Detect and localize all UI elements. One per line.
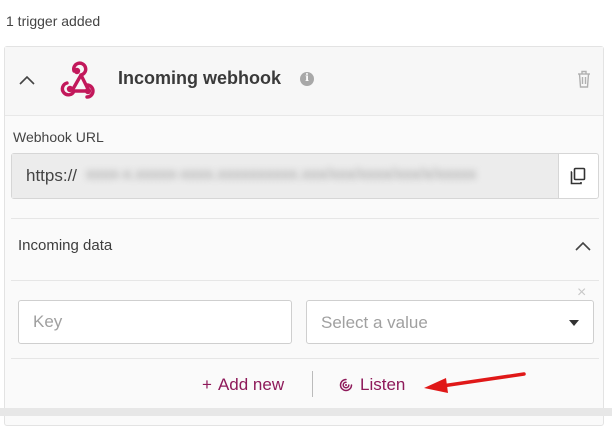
plus-icon: + <box>202 375 212 394</box>
action-divider <box>312 371 313 397</box>
listen-icon <box>339 378 353 392</box>
webhook-url-field[interactable]: https:// xxxx-x.xxxxx-xxxx.xxxxxxxxxx.xx… <box>12 154 559 198</box>
incoming-data-label: Incoming data <box>18 237 113 254</box>
chevron-up-icon[interactable] <box>17 72 37 88</box>
divider <box>11 280 599 281</box>
trigger-count-text: 1 trigger added <box>6 13 101 29</box>
copy-icon[interactable] <box>568 166 588 186</box>
chevron-up-icon[interactable] <box>573 239 593 253</box>
add-new-button[interactable]: + Add new <box>202 375 284 395</box>
trigger-title: Incoming webhook <box>118 68 282 88</box>
value-select-placeholder: Select a value <box>321 313 428 332</box>
divider <box>11 218 599 219</box>
webhook-url-label: Webhook URL <box>13 129 104 145</box>
caret-down-icon <box>569 320 579 326</box>
value-select[interactable]: Select a value <box>306 300 594 344</box>
trigger-header[interactable]: Incoming webhook i <box>5 47 603 116</box>
webhook-url-box: https:// xxxx-x.xxxxx-xxxx.xxxxxxxxxx.xx… <box>11 153 599 199</box>
webhook-url-prefix: https:// <box>26 166 78 185</box>
webhook-url-value: xxxx-x.xxxxx-xxxx.xxxxxxxxxx.xxx/xxx/xxx… <box>86 166 477 183</box>
key-input[interactable] <box>18 300 292 344</box>
info-icon[interactable]: i <box>300 72 314 86</box>
add-new-label: Add new <box>217 375 285 394</box>
webhook-icon <box>60 61 95 99</box>
trash-icon[interactable] <box>575 69 593 89</box>
divider <box>11 358 599 359</box>
bottom-band <box>0 408 612 416</box>
annotation-arrow <box>424 372 526 393</box>
listen-label: Listen <box>360 375 406 394</box>
